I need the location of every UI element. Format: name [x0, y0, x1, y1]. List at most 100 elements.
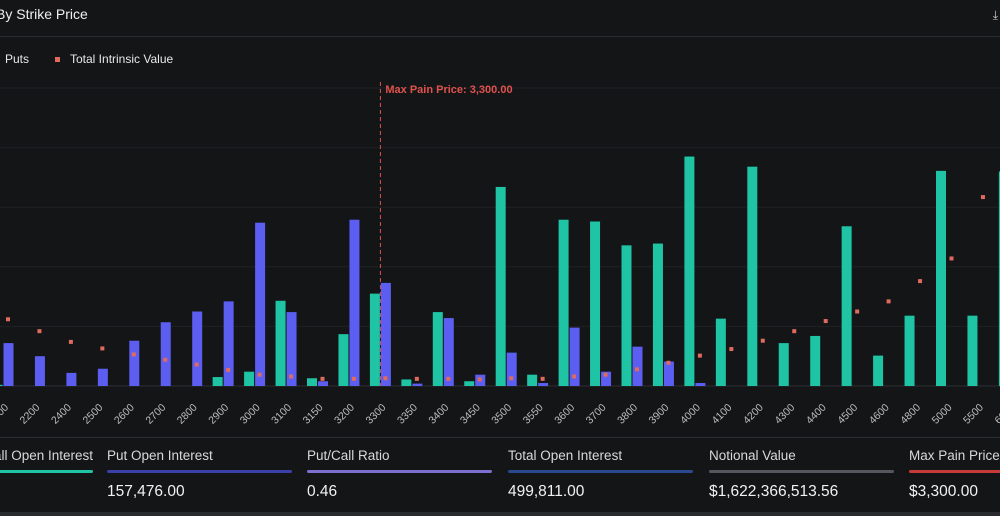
legend-label: Puts	[5, 52, 30, 66]
x-tick-label: 3000	[238, 402, 263, 427]
put-bar[interactable]	[663, 361, 674, 386]
x-tick-label: 3900	[647, 402, 672, 427]
call-bar[interactable]	[590, 221, 601, 386]
call-bar[interactable]	[904, 315, 915, 386]
call-bar[interactable]	[338, 334, 349, 386]
stat-call-open-interest: Call Open Interest	[0, 448, 93, 483]
put-bar[interactable]	[129, 340, 140, 386]
x-tick-label: 3400	[426, 402, 451, 427]
x-tick-label: 5000	[930, 402, 955, 427]
call-bar[interactable]	[747, 166, 758, 386]
stat-value: $1,622,366,513.56	[709, 483, 839, 500]
put-bar[interactable]	[255, 222, 266, 386]
call-bar[interactable]	[464, 381, 475, 386]
call-bar[interactable]	[684, 156, 695, 386]
put-bar[interactable]	[223, 301, 234, 386]
intrinsic-value-point	[572, 374, 577, 379]
call-bar[interactable]	[495, 186, 506, 386]
call-bar[interactable]	[841, 226, 852, 386]
stat-total-open-interest: Total Open Interest 499,811.00	[508, 448, 693, 501]
intrinsic-value-point	[886, 299, 891, 304]
intrinsic-value-point	[980, 195, 985, 200]
call-bar[interactable]	[432, 312, 443, 386]
footer-divider	[0, 512, 1000, 516]
legend-item-total-intrinsic-value[interactable]: Total Intrinsic Value	[55, 52, 173, 66]
stats-footer: Call Open Interest Put Open Interest 157…	[0, 437, 1000, 514]
put-bar[interactable]	[318, 381, 328, 386]
x-tick-label: 2500	[80, 402, 105, 427]
x-tick-label: 2200	[18, 402, 43, 427]
x-tick-label: 3100	[269, 402, 294, 427]
call-bar[interactable]	[0, 384, 3, 386]
call-bar[interactable]	[778, 343, 789, 386]
stat-label: Call Open Interest	[0, 448, 93, 463]
intrinsic-value-point	[289, 374, 294, 379]
call-bar[interactable]	[810, 335, 821, 386]
strike-price-chart: 2000 2200 2400 2500 2600 2700 2800 2900 3000 3100…	[0, 82, 1000, 427]
intrinsic-value-point	[320, 376, 325, 381]
intrinsic-value-point	[351, 376, 356, 381]
intrinsic-value-point	[603, 372, 608, 377]
x-tick-label: 4400	[804, 402, 829, 427]
call-bar[interactable]	[212, 377, 223, 386]
stat-accent-bar	[307, 470, 492, 473]
call-bar[interactable]	[275, 300, 286, 386]
intrinsic-value-point	[823, 319, 828, 324]
max-pain-label: Max Pain Price: 3,300.00	[385, 84, 512, 96]
call-bar[interactable]	[715, 318, 726, 386]
x-tick-label: 3550	[521, 402, 546, 427]
put-bar[interactable]	[66, 372, 77, 386]
call-bar[interactable]	[401, 379, 412, 386]
intrinsic-value-point	[194, 362, 199, 367]
put-bar[interactable]	[632, 346, 643, 386]
put-bar[interactable]	[192, 311, 203, 387]
intrinsic-value-point	[729, 347, 734, 352]
x-tick-label: 2600	[112, 402, 137, 427]
intrinsic-value-point	[792, 329, 797, 334]
stat-value: 157,476.00	[107, 483, 185, 500]
call-bar[interactable]	[307, 378, 317, 386]
call-bar[interactable]	[369, 293, 380, 386]
call-bar[interactable]	[558, 219, 569, 386]
put-bar[interactable]	[506, 352, 517, 386]
stat-accent-bar	[107, 470, 292, 473]
legend-item-puts[interactable]: Puts	[5, 52, 29, 66]
put-bar[interactable]	[695, 383, 706, 386]
x-tick-label: 3150	[301, 402, 326, 427]
put-bar[interactable]	[34, 356, 45, 386]
x-tick-label: 3500	[489, 402, 514, 427]
x-tick-label: 6000	[993, 402, 1000, 427]
x-tick-label: 4300	[772, 402, 797, 427]
intrinsic-value-point	[37, 329, 42, 334]
stat-value: 499,811.00	[508, 483, 585, 500]
intrinsic-value-point	[918, 279, 923, 284]
call-bar[interactable]	[244, 371, 255, 386]
put-bar[interactable]	[160, 322, 171, 386]
put-bar[interactable]	[349, 219, 360, 386]
intrinsic-value-point	[635, 367, 639, 372]
put-bar[interactable]	[3, 343, 14, 386]
call-bar[interactable]	[936, 170, 946, 386]
call-bar[interactable]	[621, 245, 632, 386]
call-bar[interactable]	[527, 374, 538, 386]
put-bar[interactable]	[538, 383, 549, 386]
put-bar[interactable]	[97, 368, 108, 386]
intrinsic-value-point	[414, 376, 419, 381]
call-bar[interactable]	[873, 355, 884, 386]
x-tick-label: 4000	[678, 402, 703, 427]
x-tick-label: 4100	[709, 402, 734, 427]
stat-accent-bar	[0, 470, 93, 473]
download-icon[interactable]: ⤓	[993, 8, 998, 23]
intrinsic-value-point	[509, 376, 514, 381]
x-tick-label: 4500	[835, 402, 860, 427]
put-bar[interactable]	[443, 318, 454, 386]
stat-accent-bar	[709, 470, 894, 473]
x-tick-label: 2900	[206, 402, 231, 427]
x-tick-label: 2700	[143, 402, 168, 427]
intrinsic-value-point	[540, 376, 545, 381]
call-bar[interactable]	[967, 315, 978, 386]
put-bar[interactable]	[380, 282, 391, 386]
call-bar[interactable]	[652, 243, 663, 386]
stat-accent-bar	[909, 470, 1000, 473]
put-bar[interactable]	[412, 383, 423, 386]
